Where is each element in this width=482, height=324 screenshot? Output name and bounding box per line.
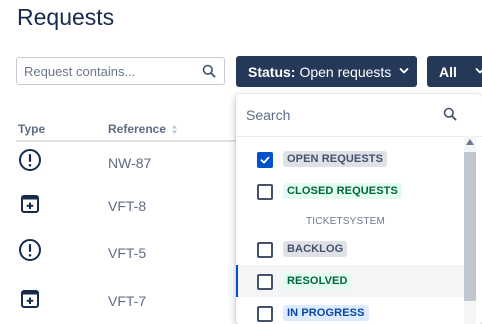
status-lozenge: RESOLVED	[283, 273, 352, 289]
sort-icon[interactable]	[172, 125, 178, 135]
chevron-down-icon	[475, 68, 482, 74]
status-option-backlog[interactable]: BACKLOG	[236, 233, 464, 265]
status-option-in-progress[interactable]: IN PROGRESS	[236, 297, 464, 324]
table-header-divider	[16, 140, 236, 142]
form-add-icon	[21, 195, 39, 213]
scope-filter-button[interactable]: All	[427, 56, 482, 87]
table-row-reference[interactable]: VFT-8	[108, 198, 146, 214]
scope-filter-label: All	[439, 63, 457, 80]
column-header-reference-label: Reference	[108, 122, 167, 136]
alert-circle-icon	[19, 149, 41, 171]
table-row-reference[interactable]: NW-87	[108, 155, 151, 171]
checkbox[interactable]	[257, 306, 273, 322]
alert-circle-icon	[19, 239, 41, 261]
checkbox[interactable]	[257, 184, 273, 200]
checkbox[interactable]	[257, 274, 273, 290]
status-lozenge: IN PROGRESS	[283, 305, 369, 321]
status-filter-key: Status:	[248, 63, 296, 80]
column-header-reference[interactable]: Reference	[108, 122, 178, 136]
checkbox-checked[interactable]	[257, 152, 273, 168]
scrollbar-thumb[interactable]	[464, 152, 476, 301]
search-icon[interactable]	[202, 64, 216, 78]
status-option-closed-requests[interactable]: CLOSED REQUESTS	[236, 175, 464, 207]
status-dropdown: OPEN REQUESTS CLOSED REQUESTS TICKETSYST…	[236, 94, 482, 324]
column-header-type: Type	[18, 122, 46, 136]
status-lozenge: CLOSED REQUESTS	[283, 183, 402, 199]
form-add-icon	[21, 290, 39, 308]
request-search-input[interactable]	[17, 58, 204, 84]
status-dropdown-search[interactable]	[236, 94, 482, 137]
scroll-up-arrow-icon[interactable]	[466, 139, 474, 145]
chevron-down-icon	[399, 68, 409, 74]
page-title: Requests	[17, 4, 115, 30]
search-icon	[443, 107, 457, 121]
check-icon	[260, 156, 270, 164]
status-option-open-requests[interactable]: OPEN REQUESTS	[236, 143, 464, 175]
status-filter-value: Open requests	[299, 63, 392, 80]
status-lozenge: BACKLOG	[283, 241, 348, 257]
table-row-reference[interactable]: VFT-5	[108, 245, 146, 261]
status-lozenge: OPEN REQUESTS	[283, 151, 388, 167]
checkbox[interactable]	[257, 242, 273, 258]
status-filter-button[interactable]: Status: Open requests	[236, 56, 417, 87]
table-row-reference[interactable]: VFT-7	[108, 293, 146, 309]
status-option-resolved[interactable]: RESOLVED	[236, 265, 464, 297]
status-search-input[interactable]	[246, 104, 436, 126]
status-group-label: TICKETSYSTEM	[306, 216, 386, 227]
request-search-field[interactable]	[16, 57, 225, 85]
